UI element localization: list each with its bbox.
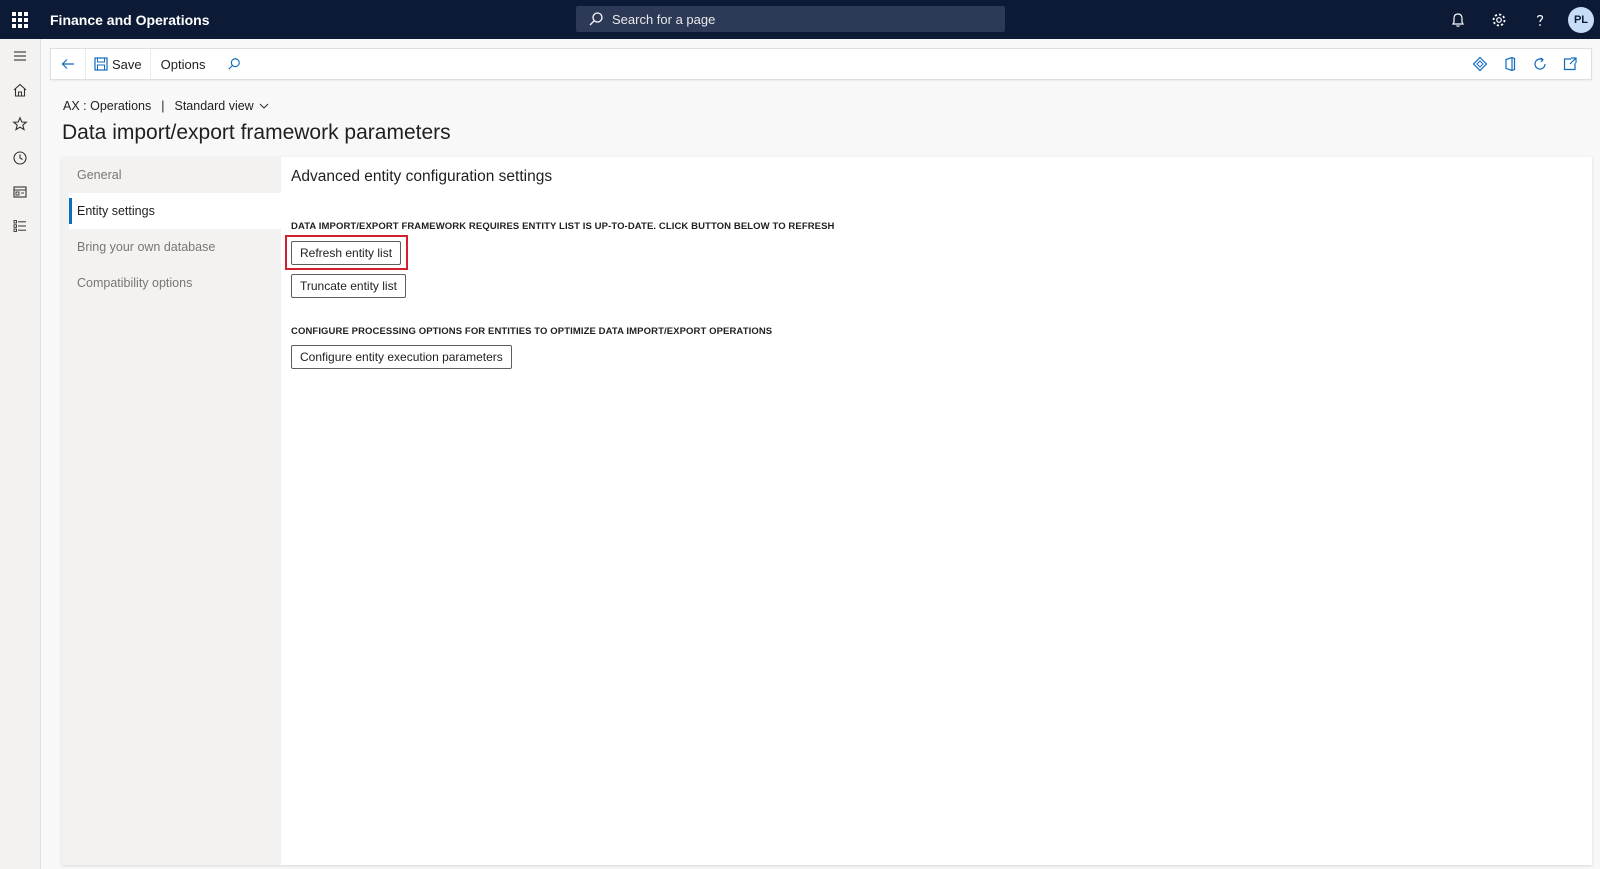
breadcrumb: AX : Operations | Standard view (63, 99, 270, 113)
rail-recent-button[interactable] (0, 141, 40, 175)
tab-entity-settings[interactable]: Entity settings (69, 193, 281, 229)
help-icon (1536, 14, 1543, 26)
search-icon (228, 58, 241, 70)
chevron-down-icon[interactable] (258, 100, 270, 112)
home-icon (13, 83, 27, 97)
expand-navigation-button[interactable] (0, 39, 40, 73)
vertical-tabs: General Entity settings Bring your own d… (62, 157, 281, 865)
page-title: Data import/export framework parameters (62, 121, 451, 144)
rail-modules-button[interactable] (0, 209, 40, 243)
refresh-button[interactable] (1525, 49, 1555, 79)
popout-icon (1563, 57, 1577, 71)
refresh-icon (1534, 57, 1546, 70)
star-icon (12, 116, 28, 131)
action-pane: Save Options (50, 48, 1592, 80)
office-icon (1505, 56, 1516, 72)
notifications-button[interactable] (1437, 0, 1478, 39)
navigation-rail (0, 39, 41, 869)
view-selector-label[interactable]: Standard view (175, 99, 254, 113)
refresh-group-caption: DATA IMPORT/EXPORT FRAMEWORK REQUIRES EN… (291, 221, 835, 232)
help-button[interactable] (1519, 0, 1560, 39)
options-label: Options (160, 56, 206, 72)
tab-general[interactable]: General (69, 157, 281, 193)
section-title: Advanced entity configuration settings (291, 168, 553, 185)
action-search-button[interactable] (215, 49, 253, 79)
workspace-icon (13, 186, 27, 198)
list-icon (13, 220, 26, 232)
search-icon (589, 12, 603, 26)
open-new-window-button[interactable] (1555, 49, 1585, 79)
truncate-entity-list-button[interactable]: Truncate entity list (291, 274, 406, 298)
save-label: Save (112, 56, 142, 72)
hamburger-icon (14, 51, 26, 61)
back-button[interactable] (51, 49, 85, 79)
app-launcher-button[interactable] (0, 0, 40, 39)
processing-group-caption: CONFIGURE PROCESSING OPTIONS FOR ENTITIE… (291, 326, 773, 337)
rail-workspaces-button[interactable] (0, 175, 40, 209)
back-arrow-icon (61, 59, 74, 69)
save-button[interactable]: Save (86, 49, 150, 79)
bell-icon (1451, 12, 1464, 27)
rail-favorites-button[interactable] (0, 107, 40, 141)
configure-entity-execution-parameters-button[interactable]: Configure entity execution parameters (291, 345, 512, 369)
global-search-input[interactable]: Search for a page (576, 6, 1005, 32)
settings-button[interactable] (1478, 0, 1519, 39)
power-apps-button[interactable] (1465, 49, 1495, 79)
tab-bring-your-own-database[interactable]: Bring your own database (69, 229, 281, 265)
options-tab[interactable]: Options (151, 49, 216, 79)
waffle-icon (12, 11, 28, 28)
rail-home-button[interactable] (0, 73, 40, 107)
save-icon (94, 57, 108, 71)
company-selector[interactable]: AX : Operations (63, 99, 151, 113)
form-card: General Entity settings Bring your own d… (62, 157, 1592, 865)
gear-icon (1492, 13, 1505, 26)
separator: | (161, 99, 165, 113)
diamond-icon (1472, 56, 1488, 72)
tab-compatibility-options[interactable]: Compatibility options (69, 265, 281, 301)
clock-icon (13, 151, 27, 165)
refresh-entity-list-button[interactable]: Refresh entity list (291, 241, 402, 265)
app-title[interactable]: Finance and Operations (50, 12, 209, 28)
top-navigation-bar: Finance and Operations Search for a page… (0, 0, 1600, 39)
office-button[interactable] (1495, 49, 1525, 79)
search-placeholder: Search for a page (612, 11, 716, 27)
user-avatar[interactable]: PL (1568, 6, 1594, 33)
